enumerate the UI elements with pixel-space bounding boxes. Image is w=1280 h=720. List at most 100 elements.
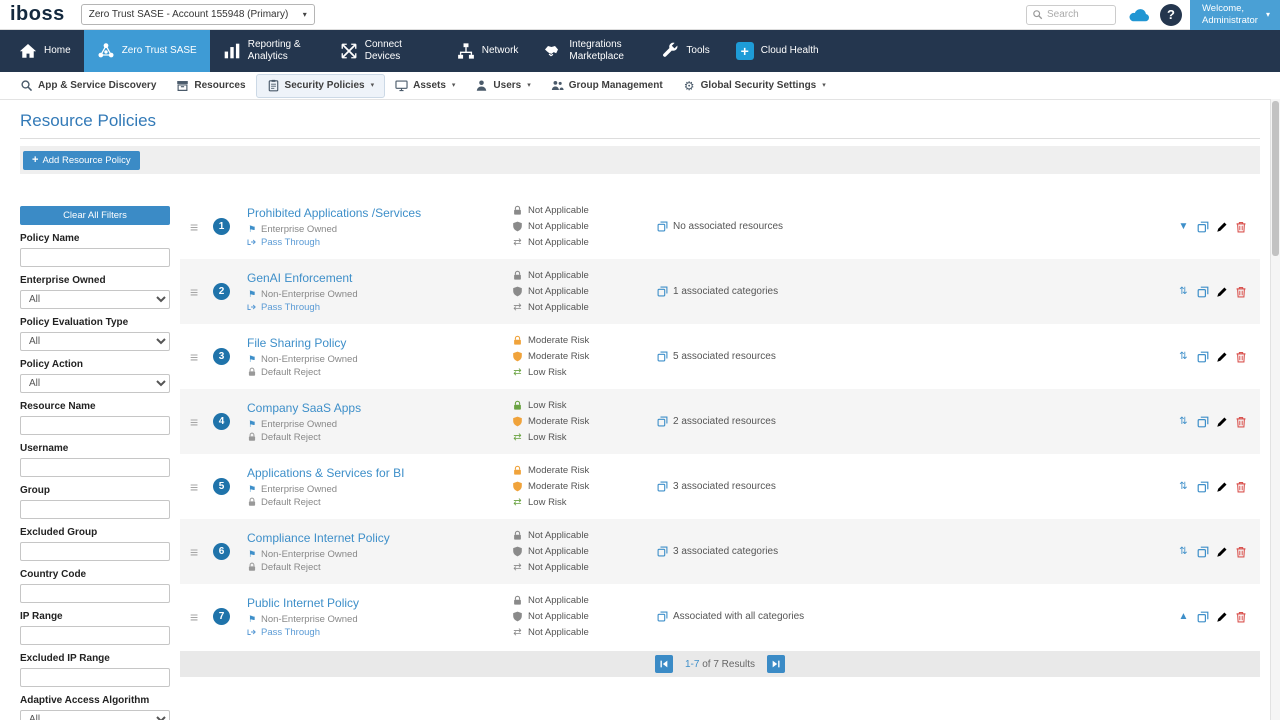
edit-icon[interactable] xyxy=(1216,611,1228,623)
policy-name-link[interactable]: GenAI Enforcement xyxy=(247,271,503,285)
main-nav-item-zero-trust-sase[interactable]: Zero Trust SASE xyxy=(83,30,210,72)
policy-name-link[interactable]: Applications & Services for BI xyxy=(247,466,503,480)
edit-icon[interactable] xyxy=(1216,351,1228,363)
reorder-icon[interactable]: ⇅ xyxy=(1177,416,1190,428)
filter-enterprise-owned-select[interactable]: All xyxy=(20,290,170,309)
title-divider xyxy=(20,138,1260,139)
last-page-button[interactable] xyxy=(767,655,786,673)
filter-country-code-input[interactable] xyxy=(20,584,170,603)
risk-shield-line: Moderate Risk xyxy=(512,414,657,430)
drag-handle-icon[interactable]: ≡ xyxy=(190,544,205,560)
copy-icon[interactable] xyxy=(1197,416,1209,428)
ownership-label: Non-Enterprise Owned xyxy=(261,548,358,560)
filter-ip-range-input[interactable] xyxy=(20,626,170,645)
sub-nav-item-users[interactable]: Users ▾ xyxy=(465,72,540,100)
edit-icon[interactable] xyxy=(1216,416,1228,428)
policy-name-link[interactable]: Prohibited Applications /Services xyxy=(247,206,503,220)
filter-policy-action-select[interactable]: All xyxy=(20,374,170,393)
delete-icon[interactable] xyxy=(1235,481,1247,493)
filter-excluded-group-input[interactable] xyxy=(20,542,170,561)
filter-excluded-ip-range-input[interactable] xyxy=(20,668,170,687)
delete-icon[interactable] xyxy=(1235,611,1247,623)
main-nav-item-connect-devices[interactable]: Connect Devices xyxy=(327,30,444,72)
copy-icon[interactable] xyxy=(1197,221,1209,233)
drag-handle-icon[interactable]: ≡ xyxy=(190,479,205,495)
action-label: Default Reject xyxy=(261,366,321,378)
main-nav-item-reporting-analytics[interactable]: Reporting & Analytics xyxy=(210,30,327,72)
move-up-icon[interactable]: ▲ xyxy=(1177,611,1190,623)
action-label: Default Reject xyxy=(261,496,321,508)
sub-nav-item-resources[interactable]: Resources xyxy=(166,72,255,100)
account-selector[interactable]: Zero Trust SASE - Account 155948 (Primar… xyxy=(80,4,315,25)
copy-icon[interactable] xyxy=(1197,546,1209,558)
sub-nav-item-group-management[interactable]: Group Management xyxy=(541,72,673,100)
clear-all-filters-button[interactable]: Clear All Filters xyxy=(20,206,170,225)
main-nav-item-home[interactable]: Home xyxy=(6,30,84,72)
edit-icon[interactable] xyxy=(1216,481,1228,493)
policy-name-link[interactable]: Public Internet Policy xyxy=(247,596,503,610)
drag-handle-icon[interactable]: ≡ xyxy=(190,414,205,430)
edit-icon[interactable] xyxy=(1216,286,1228,298)
risk-shield-line: Not Applicable xyxy=(512,219,657,235)
copy-icon[interactable] xyxy=(1197,351,1209,363)
scrollbar-thumb[interactable] xyxy=(1272,101,1279,256)
drag-handle-icon[interactable]: ≡ xyxy=(190,349,205,365)
help-button[interactable]: ? xyxy=(1160,3,1182,26)
filter-policy-evaluation-type-select[interactable]: All xyxy=(20,332,170,351)
action-label: Pass Through xyxy=(261,626,320,638)
filter-field-adaptive-access-algorithm: Adaptive Access Algorithm All xyxy=(20,695,170,720)
filter-username-input[interactable] xyxy=(20,458,170,477)
sub-nav-item-assets[interactable]: Assets ▾ xyxy=(385,72,465,100)
iboss-logo[interactable]: iboss xyxy=(10,3,65,26)
account-selector-value: Zero Trust SASE - Account 155948 (Primar… xyxy=(88,9,289,20)
user-menu[interactable]: Welcome, Administrator ▾ xyxy=(1190,0,1280,30)
reorder-icon[interactable]: ⇅ xyxy=(1177,546,1190,558)
copy-icon[interactable] xyxy=(1197,611,1209,623)
delete-icon[interactable] xyxy=(1235,286,1247,298)
association-label: 5 associated resources xyxy=(673,351,776,362)
delete-icon[interactable] xyxy=(1235,416,1247,428)
risk-shield-line: Not Applicable xyxy=(512,544,657,560)
policy-list-area: ≡ 1 Prohibited Applications /Services ⚑ Ente… xyxy=(180,194,1260,677)
row-actions: ▼ xyxy=(1177,221,1247,233)
filter-policy-name-input[interactable] xyxy=(20,248,170,267)
delete-icon[interactable] xyxy=(1235,221,1247,233)
policy-row: ≡ 6 Compliance Internet Policy ⚑ Non-Enterpr… xyxy=(180,519,1260,584)
main-nav-item-tools[interactable]: Tools xyxy=(648,30,722,72)
first-page-button[interactable] xyxy=(654,655,673,673)
policy-name-link[interactable]: Compliance Internet Policy xyxy=(247,531,503,545)
risk-arrows-line: ⇄ Low Risk xyxy=(512,365,657,381)
filter-resource-name-input[interactable] xyxy=(20,416,170,435)
copy-icon[interactable] xyxy=(1197,481,1209,493)
delete-icon[interactable] xyxy=(1235,546,1247,558)
move-down-icon[interactable]: ▼ xyxy=(1177,221,1190,233)
edit-icon[interactable] xyxy=(1216,546,1228,558)
reorder-icon[interactable]: ⇅ xyxy=(1177,351,1190,363)
reorder-icon[interactable]: ⇅ xyxy=(1177,481,1190,493)
copy-icon[interactable] xyxy=(1197,286,1209,298)
main-nav-item-integrations-marketplace[interactable]: Integrations Marketplace xyxy=(531,30,648,72)
filter-group-input[interactable] xyxy=(20,500,170,519)
risk-arrows-line: ⇄ Not Applicable xyxy=(512,235,657,251)
risk-lock-line: Not Applicable xyxy=(512,203,657,219)
edit-icon[interactable] xyxy=(1216,221,1228,233)
policy-name-link[interactable]: File Sharing Policy xyxy=(247,336,503,350)
reorder-icon[interactable]: ⇅ xyxy=(1177,286,1190,298)
add-resource-policy-button[interactable]: + Add Resource Policy xyxy=(23,151,140,170)
sub-nav-item-global-security-settings[interactable]: ⚙ Global Security Settings ▾ xyxy=(673,72,836,100)
drag-handle-icon[interactable]: ≡ xyxy=(190,609,205,625)
main-nav-item-network[interactable]: Network xyxy=(444,30,532,72)
sub-nav-item-security-policies[interactable]: Security Policies ▾ xyxy=(255,73,386,98)
sub-nav-item-app-service-discovery[interactable]: App & Service Discovery xyxy=(10,72,166,100)
drag-handle-icon[interactable]: ≡ xyxy=(190,219,205,235)
filter-adaptive-access-algorithm-select[interactable]: All xyxy=(20,710,170,720)
drag-handle-icon[interactable]: ≡ xyxy=(190,284,205,300)
delete-icon[interactable] xyxy=(1235,351,1247,363)
policy-name-link[interactable]: Company SaaS Apps xyxy=(247,401,503,415)
scrollbar[interactable] xyxy=(1270,99,1280,720)
main-nav-item-cloud-health[interactable]: + Cloud Health xyxy=(723,30,832,72)
risk-levels: Low Risk Moderate Risk ⇄ Low Risk xyxy=(512,398,657,446)
risk-lock-line: Moderate Risk xyxy=(512,463,657,479)
search-input[interactable] xyxy=(1047,9,1110,20)
cloud-status-icon[interactable] xyxy=(1126,7,1152,23)
